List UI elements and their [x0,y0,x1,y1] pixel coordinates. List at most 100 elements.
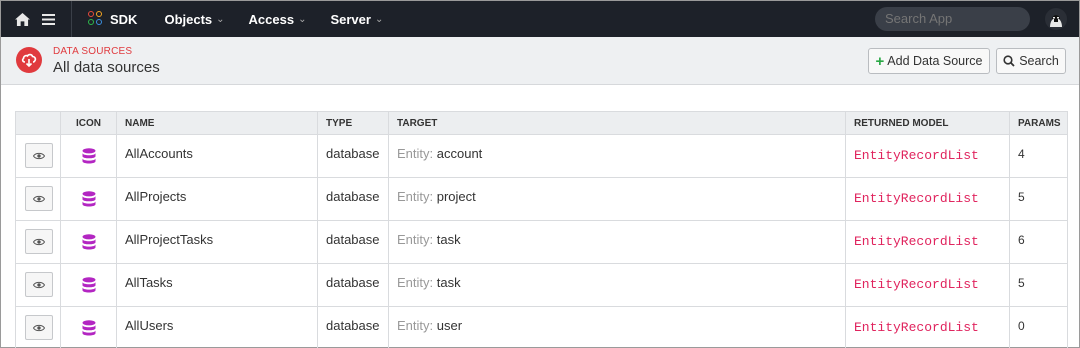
returned-model-cell: EntityRecordList [845,220,1010,264]
chevron-down-icon: ⌄ [298,13,307,25]
brand-link[interactable]: SDK [88,11,137,27]
name-text: AllProjectTasks [125,232,214,247]
target-cell: Entity: account [388,134,846,178]
target-cell: Entity: user [388,306,846,348]
col-header-type[interactable]: TYPE [317,111,389,135]
name-cell: AllAccounts [116,134,318,178]
nav-divider [71,1,72,37]
view-button[interactable] [25,143,53,168]
type-cell: database [317,177,389,221]
type-text: database [326,232,380,247]
add-data-source-button[interactable]: + Add Data Source [868,48,990,74]
table-row: AllAccounts database Entity: account Ent… [15,134,1068,178]
returned-model-text: EntityRecordList [854,320,979,335]
search-app-input[interactable] [875,7,1030,31]
returned-model-text: EntityRecordList [854,234,979,249]
icon-cell [60,134,117,178]
nav-objects-label: Objects [164,11,213,27]
col-header-returned-model[interactable]: RETURNED MODEL [845,111,1010,135]
params-text: 0 [1018,319,1025,333]
view-button[interactable] [25,272,53,297]
search-button[interactable]: Search [996,48,1066,74]
nav-access-label: Access [248,11,295,27]
params-cell: 6 [1009,220,1068,264]
target-text: task [436,275,461,290]
type-cell: database [317,220,389,264]
nav-objects[interactable]: Objects ⌄ [164,12,224,27]
eye-icon [33,152,45,159]
view-button[interactable] [25,186,53,211]
page-title: All data sources [53,59,160,76]
type-text: database [326,189,380,204]
params-cell: 0 [1009,306,1068,348]
table-header-row: ICON NAME TYPE TARGET RETURNED MODEL PAR… [15,111,1068,135]
name-cell: AllProjectTasks [116,220,318,264]
add-data-source-label: Add Data Source [887,54,983,68]
view-button[interactable] [25,229,53,254]
search-label: Search [1019,54,1059,68]
nav-server[interactable]: Server ⌄ [330,12,383,27]
icon-cell [60,177,117,221]
hamburger-icon[interactable] [37,1,59,37]
table-row: AllProjects database Entity: project Ent… [15,177,1068,221]
nav-server-label: Server [330,11,371,27]
params-text: 6 [1018,233,1025,247]
database-icon [82,320,95,336]
database-icon [82,277,95,293]
target-cell: Entity: project [388,177,846,221]
name-text: AllTasks [125,275,173,290]
sdk-logo-icon [88,11,104,27]
target-cell: Entity: task [388,263,846,307]
name-cell: AllTasks [116,263,318,307]
name-text: AllAccounts [125,146,193,161]
col-header-params[interactable]: PARAMS [1009,111,1068,135]
action-cell [15,134,61,178]
chevron-down-icon: ⌄ [374,13,384,25]
target-text: project [436,189,476,204]
returned-model-text: EntityRecordList [854,148,979,163]
target-text: task [436,232,461,247]
user-avatar[interactable] [1044,7,1068,31]
target-text: user [436,318,463,333]
icon-cell [60,263,117,307]
params-text: 5 [1018,276,1025,290]
type-text: database [326,146,380,161]
action-cell [15,263,61,307]
target-text: account [436,146,483,161]
type-cell: database [317,263,389,307]
nav-access[interactable]: Access ⌄ [249,12,307,27]
database-icon [82,191,95,207]
col-header-target[interactable]: TARGET [388,111,846,135]
action-cell [15,306,61,348]
returned-model-text: EntityRecordList [854,277,979,292]
target-prefix: Entity: [397,146,434,161]
type-cell: database [317,306,389,348]
icon-cell [60,306,117,348]
params-cell: 4 [1009,134,1068,178]
name-cell: AllProjects [116,177,318,221]
cloud-download-icon [16,47,42,73]
returned-model-cell: EntityRecordList [845,134,1010,178]
params-cell: 5 [1009,263,1068,307]
action-cell [15,177,61,221]
returned-model-text: EntityRecordList [854,191,979,206]
home-icon[interactable] [11,1,33,37]
icon-cell [60,220,117,264]
eye-icon [33,324,45,331]
table-row: AllUsers database Entity: user EntityRec… [15,306,1068,348]
target-prefix: Entity: [397,275,434,290]
col-header-name[interactable]: NAME [116,111,318,135]
table-row: AllTasks database Entity: task EntityRec… [15,263,1068,307]
eye-icon [33,238,45,245]
database-icon [82,234,95,250]
type-text: database [326,318,380,333]
action-cell [15,220,61,264]
brand-label: SDK [110,11,138,27]
target-cell: Entity: task [388,220,846,264]
eye-icon [33,195,45,202]
plus-icon: + [875,52,885,70]
target-prefix: Entity: [397,189,434,204]
view-button[interactable] [25,315,53,340]
col-header-action [15,111,61,135]
returned-model-cell: EntityRecordList [845,306,1010,348]
